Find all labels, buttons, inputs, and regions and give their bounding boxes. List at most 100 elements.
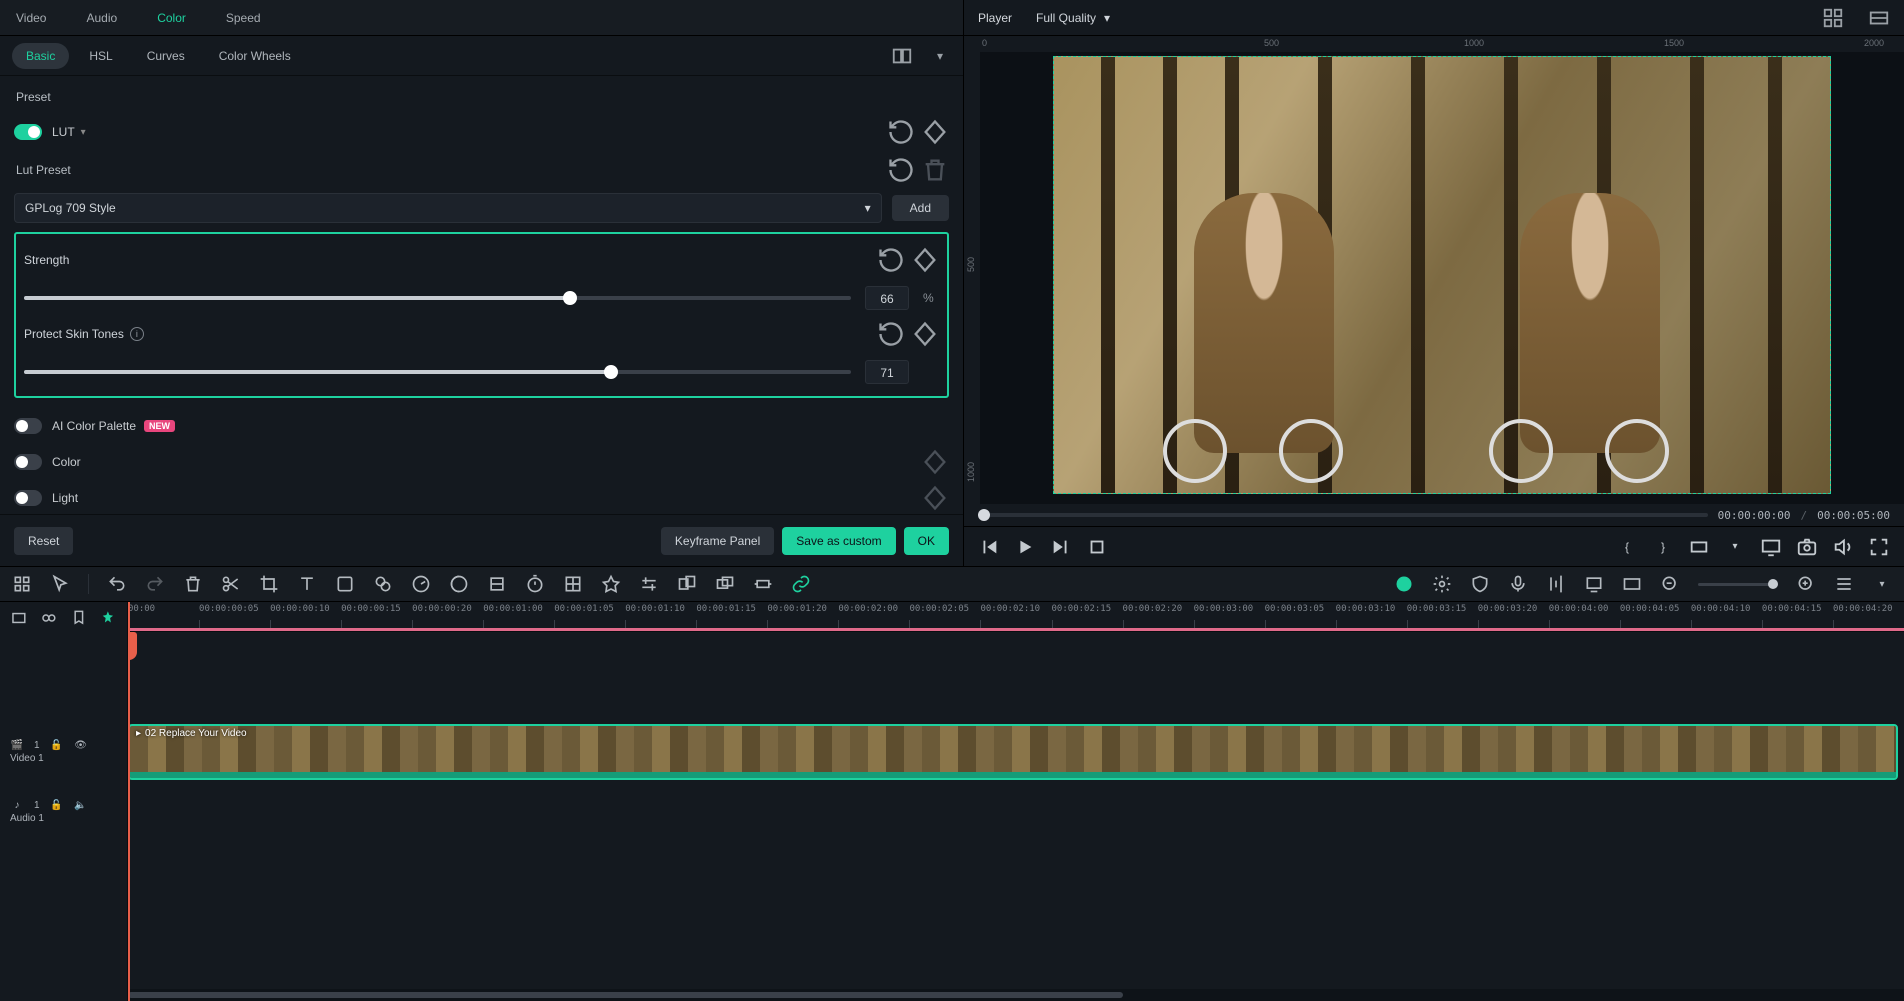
protect-skin-value[interactable]: 71 (865, 360, 909, 384)
expand-icon[interactable] (753, 574, 773, 594)
lut-keyframe-icon[interactable] (921, 118, 949, 146)
keyframe-tool-icon[interactable] (487, 574, 507, 594)
subtab-curves[interactable]: Curves (133, 43, 199, 69)
audio-mix-icon[interactable] (1546, 574, 1566, 594)
color-toggle[interactable] (14, 454, 42, 470)
tracks-area[interactable]: ▸02 Replace Your Video (128, 632, 1904, 987)
magnet-icon[interactable] (10, 609, 28, 627)
selection-tool-icon[interactable] (12, 574, 32, 594)
timeline-body[interactable]: 00:0000:00:00:0500:00:00:1000:00:00:1500… (128, 602, 1904, 1001)
protect-skin-slider[interactable] (24, 370, 851, 374)
subtab-basic[interactable]: Basic (12, 43, 69, 69)
ok-button[interactable]: OK (904, 527, 949, 555)
timeline-scrollbar[interactable] (128, 989, 1904, 1001)
next-frame-button[interactable] (1050, 536, 1072, 558)
save-as-custom-button[interactable]: Save as custom (782, 527, 895, 555)
tab-video[interactable]: Video (10, 3, 52, 33)
effects-icon[interactable] (373, 574, 393, 594)
text-icon[interactable] (297, 574, 317, 594)
overlap-icon[interactable] (715, 574, 735, 594)
mask-icon[interactable] (601, 574, 621, 594)
player-canvas[interactable] (980, 52, 1904, 504)
video-clip[interactable]: ▸02 Replace Your Video (128, 724, 1898, 780)
video-preview[interactable] (1053, 56, 1831, 494)
display-button[interactable] (1760, 536, 1782, 558)
color-basic-scroll[interactable]: Preset LUT ▾ Lut Preset (0, 76, 963, 514)
link-icon[interactable] (791, 574, 811, 594)
color-icon[interactable] (449, 574, 469, 594)
lock-icon[interactable]: 🔓 (50, 800, 64, 811)
pointer-tool-icon[interactable] (50, 574, 70, 594)
quality-select[interactable]: Full Quality ▾ (1028, 7, 1118, 29)
reset-button[interactable]: Reset (14, 527, 73, 555)
lut-expand-icon[interactable]: ▾ (81, 127, 86, 138)
render-icon[interactable] (1622, 574, 1642, 594)
chevron-down-icon[interactable]: ▾ (929, 45, 951, 67)
mark-in-button[interactable]: { (1616, 536, 1638, 558)
speed-icon[interactable] (411, 574, 431, 594)
mark-out-button[interactable]: } (1652, 536, 1674, 558)
strength-slider[interactable] (24, 296, 851, 300)
track-icon[interactable] (563, 574, 583, 594)
lut-preset-select[interactable]: GPLog 709 Style ▾ (14, 193, 882, 223)
prev-frame-button[interactable] (978, 536, 1000, 558)
compare-icon[interactable] (891, 45, 913, 67)
mute-icon[interactable]: 🔈 (74, 800, 88, 811)
progress-track[interactable] (978, 513, 1708, 517)
tab-color[interactable]: Color (151, 3, 192, 33)
redo-icon[interactable] (145, 574, 165, 594)
crop-icon[interactable] (259, 574, 279, 594)
zoom-in-icon[interactable] (1796, 574, 1816, 594)
video-track-row[interactable]: ▸02 Replace Your Video (128, 722, 1898, 782)
light-toggle[interactable] (14, 490, 42, 506)
split-icon[interactable] (221, 574, 241, 594)
tab-audio[interactable]: Audio (80, 3, 123, 33)
stop-button[interactable] (1086, 536, 1108, 558)
scope-icon[interactable] (1868, 7, 1890, 29)
keyframe-panel-button[interactable]: Keyframe Panel (661, 527, 774, 555)
info-icon[interactable]: i (130, 327, 144, 341)
shield-icon[interactable] (1470, 574, 1490, 594)
time-ruler[interactable]: 00:0000:00:00:0500:00:00:1000:00:00:1500… (128, 602, 1904, 632)
fullscreen-button[interactable] (1868, 536, 1890, 558)
grid-icon[interactable] (1822, 7, 1844, 29)
snapshot-button[interactable] (1796, 536, 1818, 558)
zoom-slider[interactable] (1698, 583, 1778, 586)
strength-keyframe-icon[interactable] (911, 246, 939, 274)
marker-add-icon[interactable] (70, 609, 88, 627)
lut-preset-reset-icon[interactable] (887, 156, 915, 184)
link-clips-icon[interactable] (40, 609, 58, 627)
undo-icon[interactable] (107, 574, 127, 594)
strength-value[interactable]: 66 (865, 286, 909, 310)
ratio-button[interactable] (1688, 536, 1710, 558)
marker-icon[interactable] (1584, 574, 1604, 594)
group-icon[interactable] (677, 574, 697, 594)
lut-toggle[interactable] (14, 124, 42, 140)
protect-skin-reset-icon[interactable] (877, 320, 905, 348)
adjust-icon[interactable] (639, 574, 659, 594)
list-view-icon[interactable] (1834, 574, 1854, 594)
lut-add-button[interactable]: Add (892, 195, 949, 221)
auto-enhance-icon[interactable] (1394, 574, 1414, 594)
strength-reset-icon[interactable] (877, 246, 905, 274)
volume-button[interactable] (1832, 536, 1854, 558)
playhead[interactable] (128, 602, 130, 1001)
protect-skin-keyframe-icon[interactable] (911, 320, 939, 348)
eye-icon[interactable]: 👁 (74, 740, 88, 751)
play-button[interactable] (1014, 536, 1036, 558)
auto-ripple-icon[interactable] (99, 609, 117, 627)
ai-palette-toggle[interactable] (14, 418, 42, 434)
chevron-down-icon[interactable]: ▾ (1724, 536, 1746, 558)
gear-icon[interactable] (1432, 574, 1452, 594)
zoom-out-icon[interactable] (1660, 574, 1680, 594)
chevron-down-icon[interactable]: ▾ (1872, 574, 1892, 594)
tab-speed[interactable]: Speed (220, 3, 267, 33)
mic-icon[interactable] (1508, 574, 1528, 594)
sticker-icon[interactable] (335, 574, 355, 594)
subtab-color-wheels[interactable]: Color Wheels (205, 43, 305, 69)
lut-reset-icon[interactable] (887, 118, 915, 146)
delete-icon[interactable] (183, 574, 203, 594)
timer-icon[interactable] (525, 574, 545, 594)
subtab-hsl[interactable]: HSL (75, 43, 126, 69)
lock-icon[interactable]: 🔓 (50, 740, 64, 751)
